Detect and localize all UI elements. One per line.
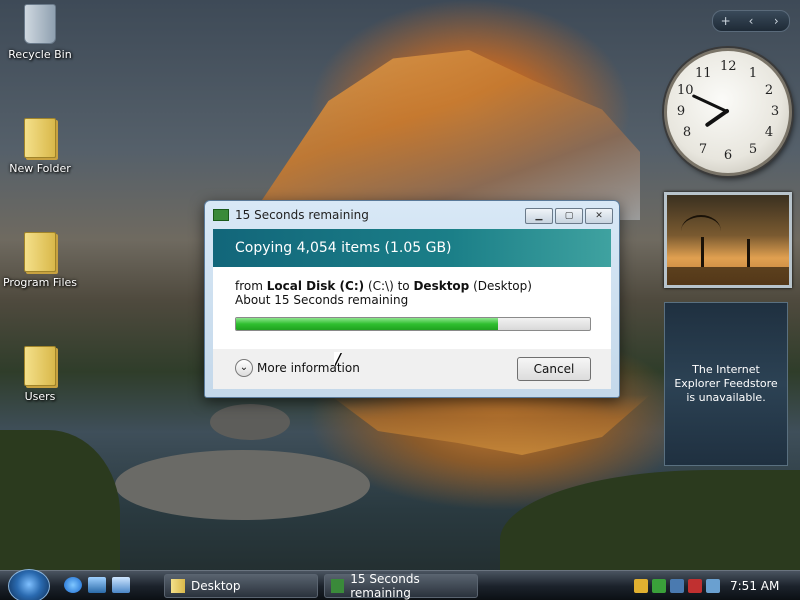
more-information-label: More information <box>257 361 360 375</box>
volume-muted-icon[interactable] <box>688 579 702 593</box>
task-label: 15 Seconds remaining <box>350 572 420 600</box>
taskbar-button-copy[interactable]: 15 Seconds remaining <box>324 572 478 600</box>
clock-number: 11 <box>695 66 712 81</box>
copy-icon <box>331 579 345 593</box>
copy-progress-dialog: 15 Seconds remaining ▁ ▢ ✕ Copying 4,054… <box>204 200 620 398</box>
feed-message: The Internet Explorer Feedstore is unava… <box>674 363 778 404</box>
dialog-body: from Local Disk (C:) (C:\) to Desktop (D… <box>213 267 611 349</box>
wallpaper-mountain <box>260 50 640 220</box>
clock-number: 8 <box>682 125 692 140</box>
clock-number: 7 <box>698 142 708 157</box>
wallpaper-grass <box>500 470 800 570</box>
restore-button[interactable]: ▢ <box>555 208 583 224</box>
notification-area: 7:51 AM <box>630 571 800 600</box>
slideshow-gadget[interactable] <box>664 192 792 288</box>
desktop-icon-recycle-bin[interactable]: Recycle Bin <box>0 4 80 61</box>
clock-number: 1 <box>748 66 758 81</box>
wallpaper-rock <box>210 404 290 440</box>
desktop-icon-users[interactable]: Users <box>0 346 80 403</box>
copy-icon <box>213 209 229 221</box>
sidebar-toolbar: + ‹ › <box>712 10 790 32</box>
progress-fill <box>236 318 498 330</box>
folder-icon <box>171 579 185 593</box>
from-label: from <box>235 279 263 293</box>
add-gadget-button[interactable]: + <box>717 12 735 30</box>
network-icon[interactable] <box>670 579 684 593</box>
mouse-cursor <box>334 352 341 366</box>
folder-icon <box>24 346 56 386</box>
sync-icon[interactable] <box>652 579 666 593</box>
clock-number: 10 <box>677 83 694 98</box>
clock-number: 2 <box>764 83 774 98</box>
show-desktop-icon[interactable] <box>88 577 106 593</box>
chevron-down-icon: ⌄ <box>235 359 253 377</box>
minimize-button[interactable]: ▁ <box>525 208 553 224</box>
taskbar-button-desktop[interactable]: Desktop <box>164 574 318 598</box>
copy-progress-bar <box>235 317 591 331</box>
internet-explorer-icon[interactable] <box>64 577 82 593</box>
task-label: Desktop <box>191 579 241 593</box>
close-button[interactable]: ✕ <box>585 208 613 224</box>
desktop-icon-label: Program Files <box>2 276 78 289</box>
desktop-icon-label: New Folder <box>9 162 71 175</box>
next-page-button[interactable]: › <box>767 12 785 30</box>
copy-source-dest: from Local Disk (C:) (C:\) to Desktop (D… <box>235 279 532 293</box>
feed-headlines-gadget[interactable]: The Internet Explorer Feedstore is unava… <box>664 302 788 466</box>
wallpaper-rock <box>115 450 370 520</box>
clock-number: 4 <box>764 125 774 140</box>
desktop-icon-program-files[interactable]: Program Files <box>0 232 80 289</box>
desktop-icon-label: Recycle Bin <box>8 48 72 61</box>
source-path: (C:\) <box>367 279 394 293</box>
clock-number: 3 <box>770 104 780 119</box>
source-name: Local Disk (C:) <box>266 279 365 293</box>
to-label: to <box>397 279 410 293</box>
taskbar-clock[interactable]: 7:51 AM <box>730 579 779 593</box>
sound-icon[interactable] <box>706 579 720 593</box>
switch-windows-icon[interactable] <box>112 577 130 593</box>
clock-number: 9 <box>676 104 686 119</box>
copy-heading: Copying 4,054 items (1.05 GB) <box>235 240 452 256</box>
more-information-toggle[interactable]: ⌄ More information <box>235 359 360 377</box>
taskbar: Desktop 15 Seconds remaining 7:51 AM <box>0 569 800 600</box>
wallpaper-grass <box>0 430 120 570</box>
wallpaper-reflection <box>330 395 650 455</box>
dialog-titlebar[interactable]: 15 Seconds remaining ▁ ▢ ✕ <box>205 201 619 229</box>
security-shield-icon[interactable] <box>634 579 648 593</box>
cancel-button[interactable]: Cancel <box>517 357 591 381</box>
time-remaining: About 15 Seconds remaining <box>235 293 409 307</box>
destination-name: Desktop <box>413 279 470 293</box>
clock-number: 12 <box>720 59 737 74</box>
desktop-icon-label: Users <box>24 390 56 403</box>
destination-path: (Desktop) <box>473 279 532 293</box>
dialog-banner: Copying 4,054 items (1.05 GB) <box>213 229 611 267</box>
recycle-bin-icon <box>24 4 56 44</box>
clock-hour-hand <box>704 108 730 128</box>
start-button[interactable] <box>8 569 50 600</box>
clock-number: 6 <box>723 148 733 163</box>
previous-page-button[interactable]: ‹ <box>742 12 760 30</box>
clock-gadget[interactable]: 12 1 2 3 4 5 6 7 8 9 10 11 <box>664 48 792 176</box>
dialog-footer: ⌄ More information Cancel <box>213 349 611 389</box>
clock-number: 5 <box>748 142 758 157</box>
folder-icon <box>24 118 56 158</box>
dialog-title: 15 Seconds remaining <box>235 208 369 222</box>
desktop-icon-new-folder[interactable]: New Folder <box>0 118 80 175</box>
folder-icon <box>24 232 56 272</box>
